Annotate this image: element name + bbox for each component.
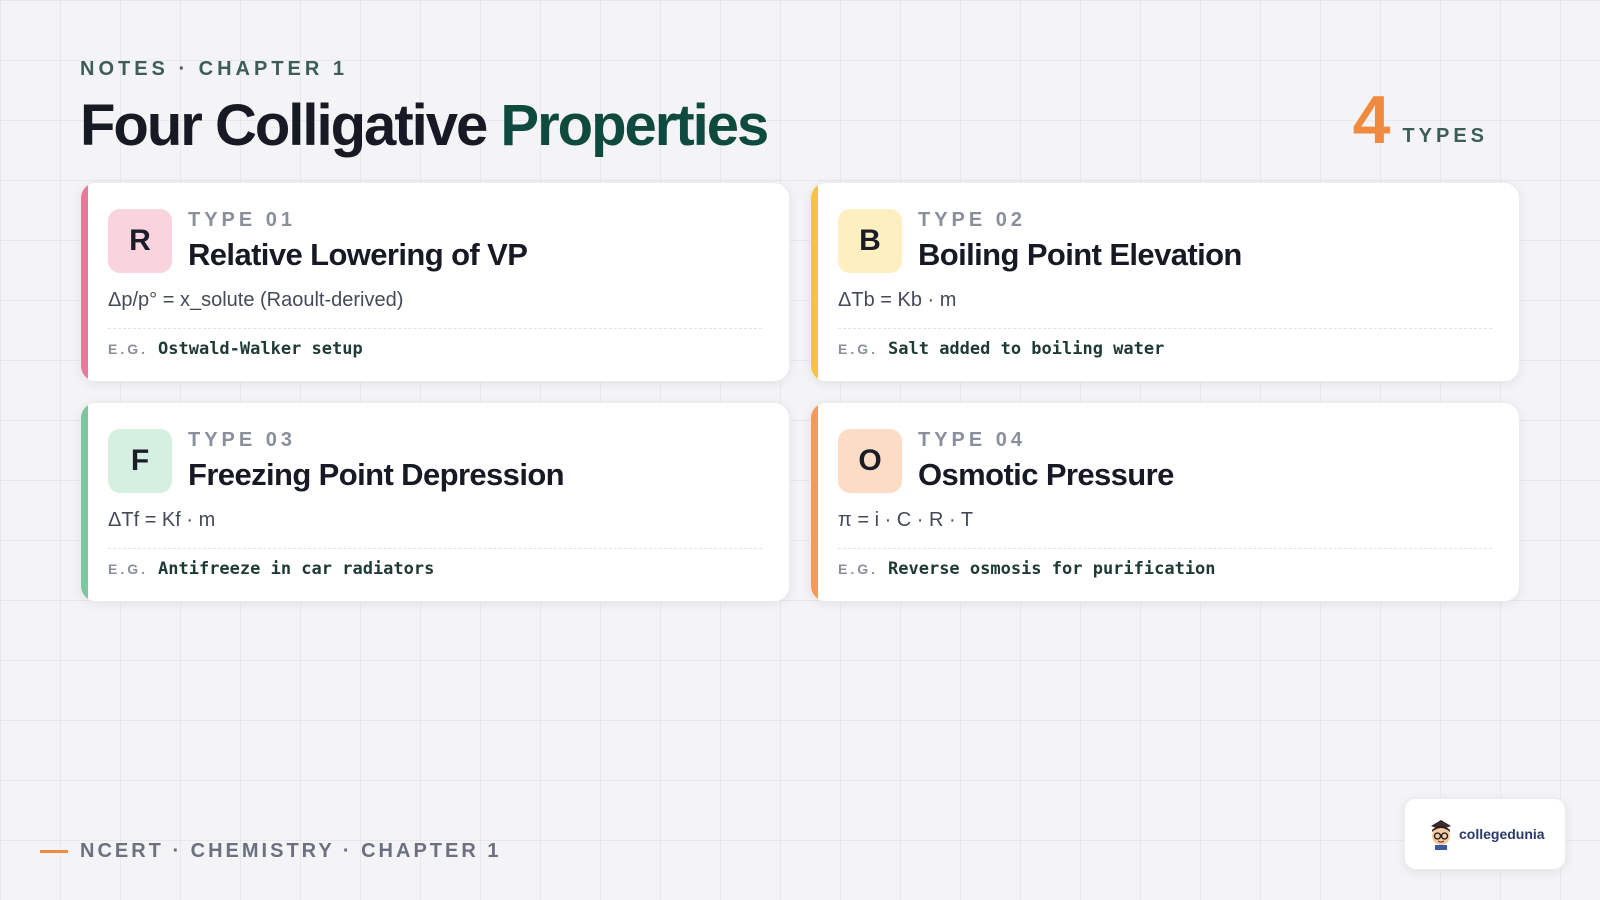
- card-title: Relative Lowering of VP: [188, 237, 528, 272]
- card-accent-bar: [811, 403, 818, 601]
- footer: NCERT · CHEMISTRY · CHAPTER 1: [40, 840, 501, 863]
- card-title: Boiling Point Elevation: [918, 237, 1242, 272]
- card-divider: [838, 548, 1492, 549]
- card-example-text: Ostwald-Walker setup: [158, 339, 363, 359]
- card-type-label: TYPE 04: [918, 429, 1027, 451]
- card-divider: [838, 328, 1492, 329]
- card-formula: ΔTb = Kb · m: [838, 289, 957, 311]
- card-title: Osmotic Pressure: [918, 457, 1174, 492]
- footer-dash: [40, 850, 68, 853]
- card-example-row: E.G. Reverse osmosis for purification: [838, 559, 1216, 579]
- card-letter-badge: O: [838, 429, 902, 493]
- card-example-label: E.G.: [838, 561, 879, 577]
- title-accent: Properties: [500, 93, 769, 158]
- footer-text: NCERT · CHEMISTRY · CHAPTER 1: [80, 840, 502, 862]
- card-letter-badge: B: [838, 209, 902, 273]
- mascot-icon: [1431, 820, 1451, 850]
- card-letter-badge: R: [108, 209, 172, 273]
- card-type-label: TYPE 02: [918, 209, 1027, 231]
- title-main: Four Colligative: [80, 93, 488, 158]
- page-title: Four Colligative Properties: [80, 92, 769, 159]
- card-example-label: E.G.: [108, 561, 149, 577]
- property-card: B TYPE 02 Boiling Point Elevation ΔTb = …: [810, 182, 1520, 382]
- card-title: Freezing Point Depression: [188, 457, 565, 492]
- logo-text: collegedunia: [1459, 826, 1545, 842]
- card-formula: ΔTf = Kf · m: [108, 509, 216, 531]
- card-accent-bar: [81, 183, 88, 381]
- card-divider: [108, 548, 762, 549]
- card-formula: π = i · C · R · T: [838, 509, 974, 531]
- property-cards-grid: R TYPE 01 Relative Lowering of VP Δp/p° …: [80, 182, 1520, 602]
- card-formula: Δp/p° = x_solute (Raoult-derived): [108, 289, 404, 311]
- property-card: F TYPE 03 Freezing Point Depression ΔTf …: [80, 402, 790, 602]
- card-example-row: E.G. Salt added to boiling water: [838, 339, 1164, 359]
- property-card: O TYPE 04 Osmotic Pressure π = i · C · R…: [810, 402, 1520, 602]
- card-accent-bar: [811, 183, 818, 381]
- collegedunia-logo[interactable]: collegedunia: [1404, 798, 1566, 870]
- count-label: TYPES: [1402, 125, 1488, 147]
- eyebrow: NOTES · CHAPTER 1: [80, 58, 349, 80]
- card-example-text: Antifreeze in car radiators: [158, 559, 435, 579]
- count-number: 4: [1352, 82, 1391, 158]
- card-example-row: E.G. Ostwald-Walker setup: [108, 339, 363, 359]
- card-type-label: TYPE 03: [188, 429, 297, 451]
- card-divider: [108, 328, 762, 329]
- card-example-row: E.G. Antifreeze in car radiators: [108, 559, 434, 579]
- card-example-text: Salt added to boiling water: [888, 339, 1165, 359]
- card-type-label: TYPE 01: [188, 209, 297, 231]
- card-accent-bar: [81, 403, 88, 601]
- card-example-label: E.G.: [108, 341, 149, 357]
- card-example-text: Reverse osmosis for purification: [888, 559, 1216, 579]
- property-card: R TYPE 01 Relative Lowering of VP Δp/p° …: [80, 182, 790, 382]
- type-count: 4 TYPES: [1352, 82, 1488, 158]
- card-example-label: E.G.: [838, 341, 879, 357]
- card-letter-badge: F: [108, 429, 172, 493]
